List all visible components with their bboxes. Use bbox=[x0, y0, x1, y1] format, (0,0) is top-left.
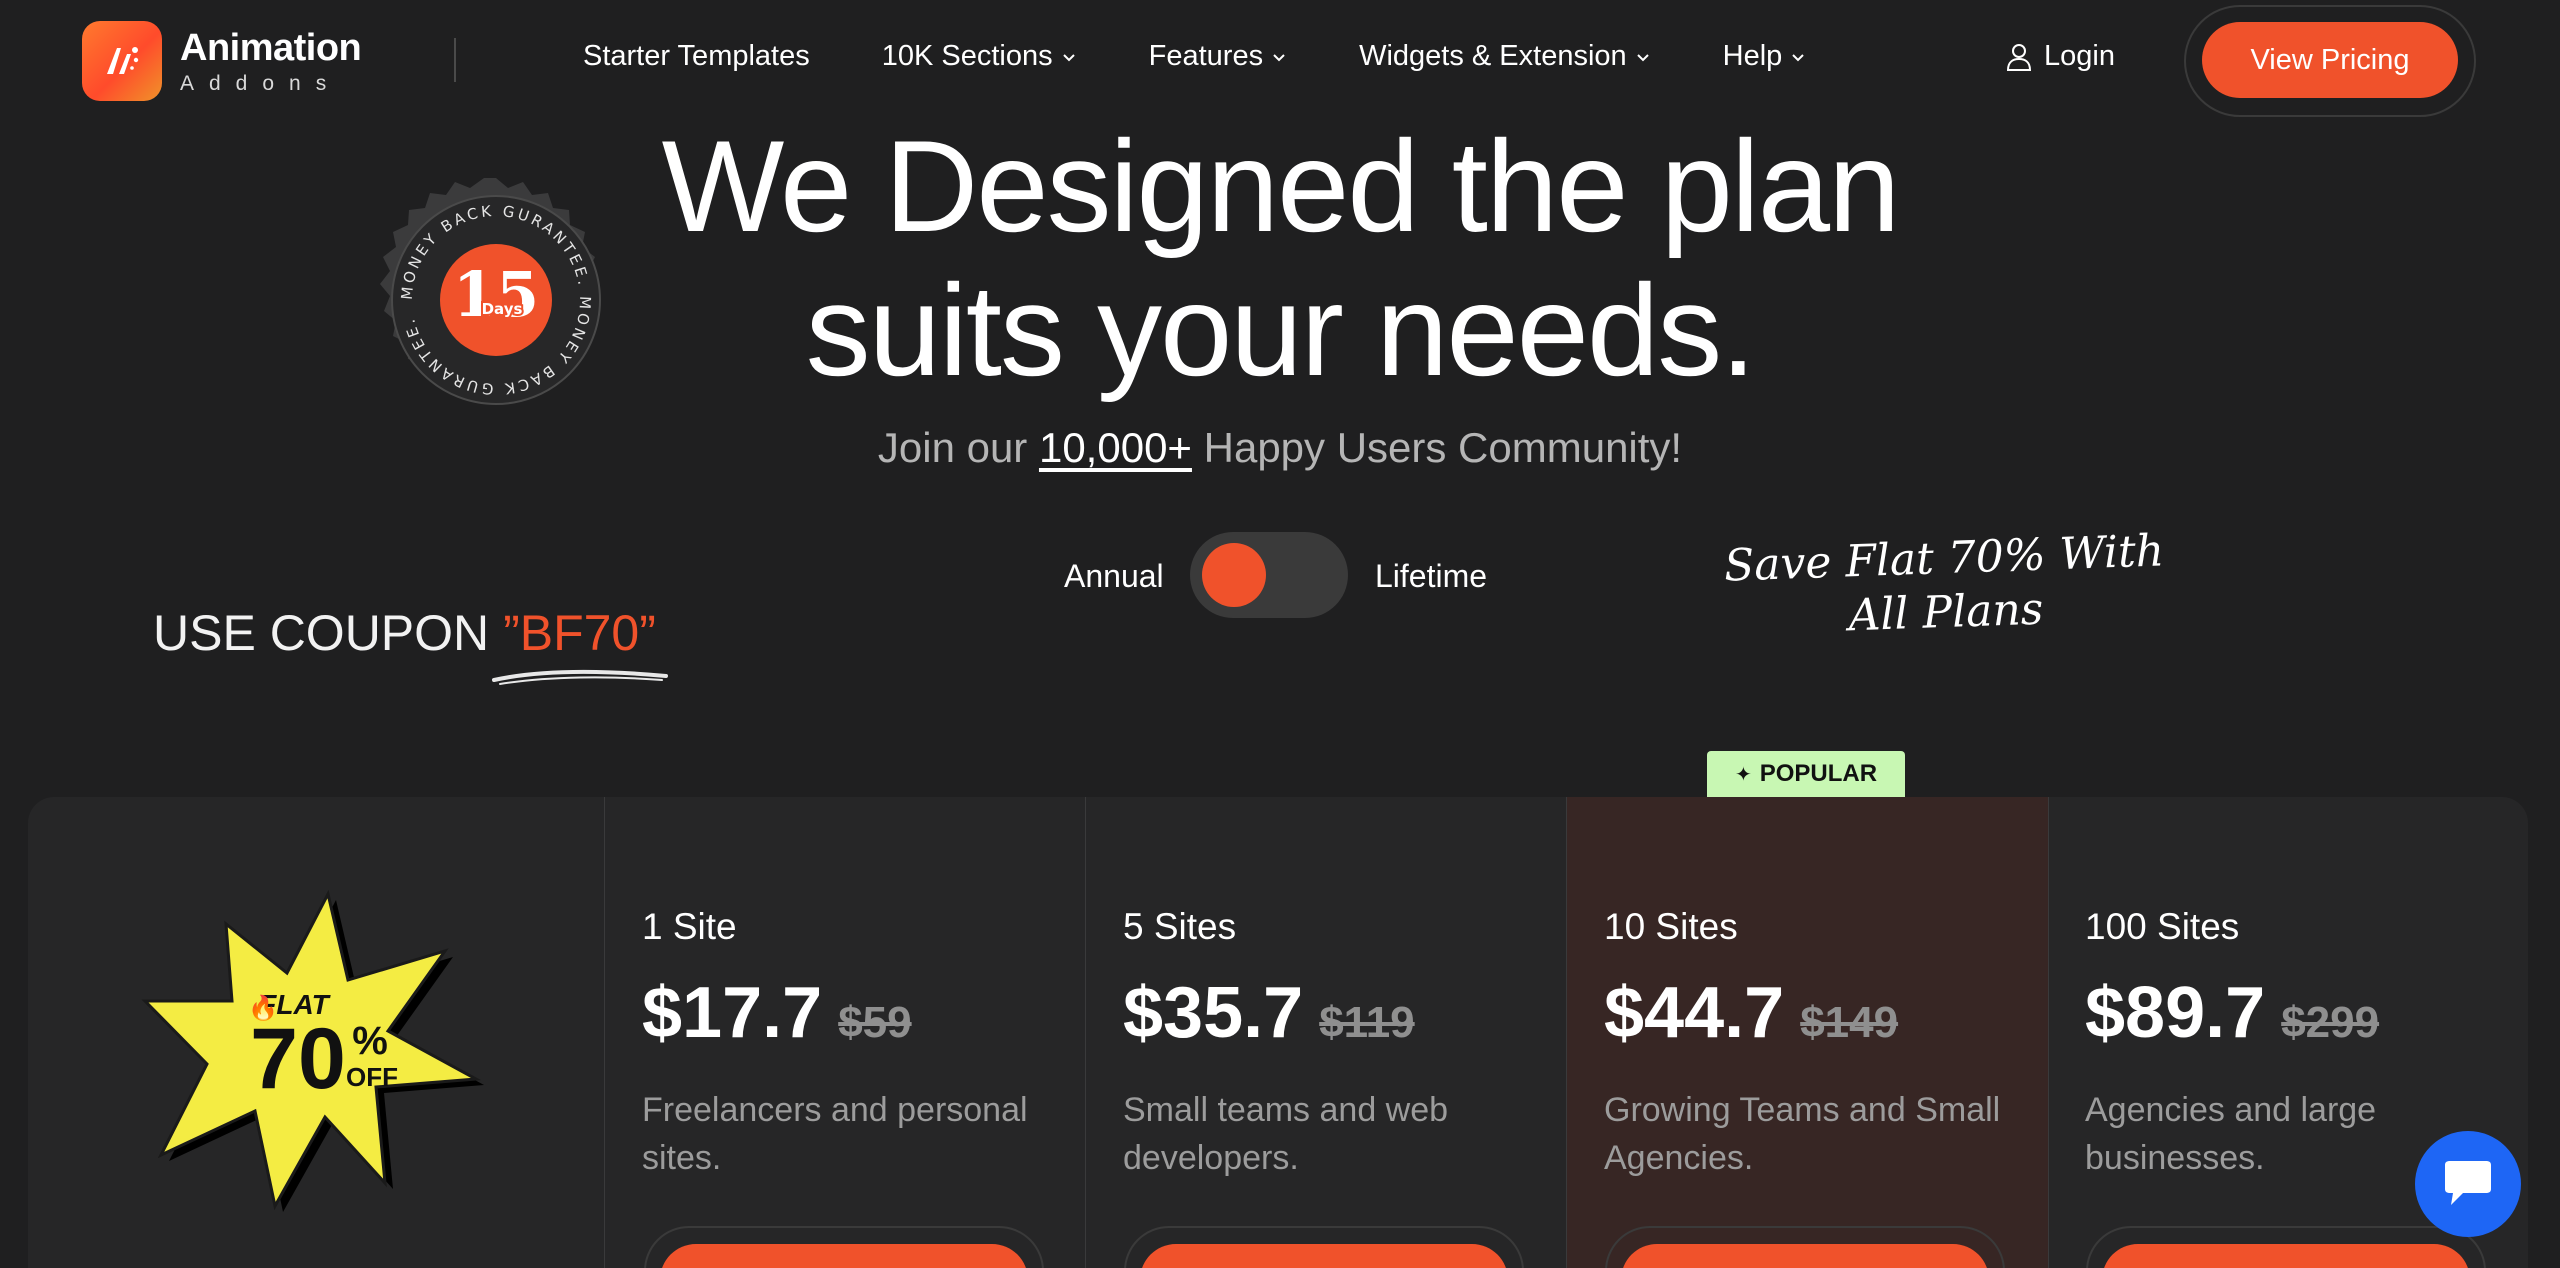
column-divider bbox=[604, 797, 605, 1268]
plan-card-10-sites: 10 Sites $44.7 $149 Growing Teams and Sm… bbox=[1604, 906, 2044, 1182]
plan-name: 10 Sites bbox=[1604, 906, 1738, 947]
logo-mark-icon bbox=[82, 21, 162, 101]
view-pricing-button[interactable]: View Pricing bbox=[2202, 22, 2458, 98]
user-icon bbox=[2006, 43, 2032, 71]
flat-70-off-burst: FLAT 🔥 70 % OFF bbox=[141, 889, 484, 1212]
brand-name: Animation bbox=[180, 26, 362, 69]
popular-tag: ✦ POPULAR bbox=[1707, 751, 1905, 797]
chevron-down-icon bbox=[1636, 53, 1649, 61]
chevron-down-icon bbox=[1792, 53, 1805, 61]
menu-item-help[interactable]: Help bbox=[1723, 40, 1807, 73]
menu-item-starter-templates[interactable]: Starter Templates bbox=[583, 40, 810, 73]
plan-description: Growing Teams and Small Agencies. bbox=[1604, 1091, 2001, 1177]
plan-price: $44.7 $149 bbox=[1604, 972, 2044, 1054]
hero-title-line2: suits your needs. bbox=[805, 257, 1757, 403]
plan-name: 100 Sites bbox=[2085, 906, 2240, 947]
menu-item-label: Features bbox=[1148, 40, 1264, 72]
plan-price: $17.7 $59 bbox=[642, 972, 1082, 1054]
chevron-down-icon bbox=[1062, 53, 1075, 61]
price-current: $44.7 bbox=[1604, 973, 1785, 1053]
hero-subtitle: Join our 10,000+ Happy Users Community! bbox=[660, 424, 1900, 472]
hero-title-line1: We Designed the plan bbox=[661, 113, 1901, 259]
price-original: $299 bbox=[2281, 998, 2380, 1047]
price-original: $59 bbox=[838, 998, 912, 1047]
plan-description: Freelancers and personal sites. bbox=[642, 1091, 1028, 1177]
coupon-text: USE COUPON ”BF70” bbox=[153, 604, 656, 662]
price-current: $17.7 bbox=[642, 973, 823, 1053]
hero-title: We Designed the plan suits your needs. bbox=[560, 114, 2000, 402]
menu-item-10k-sections[interactable]: 10K Sections bbox=[882, 40, 1077, 73]
column-divider bbox=[1566, 797, 1567, 1268]
billing-toggle[interactable] bbox=[1190, 532, 1348, 618]
price-original: $149 bbox=[1800, 998, 1899, 1047]
price-current: $89.7 bbox=[2085, 973, 2266, 1053]
login-label: Login bbox=[2044, 40, 2115, 72]
plan-description: Small teams and web developers. bbox=[1123, 1091, 1449, 1177]
chevron-down-icon bbox=[1273, 53, 1285, 61]
price-original: $119 bbox=[1319, 998, 1415, 1047]
main-menu: Starter Templates 10K Sections Features … bbox=[583, 40, 1806, 73]
plan-name: 5 Sites bbox=[1123, 906, 1237, 947]
brand-sub: Addons bbox=[180, 71, 342, 95]
buy-button-ring bbox=[1124, 1226, 1524, 1268]
sparkle-icon: ✦ bbox=[1734, 763, 1752, 786]
column-divider bbox=[1085, 797, 1086, 1268]
buy-button-5-sites[interactable] bbox=[1140, 1244, 1508, 1268]
popular-label: POPULAR bbox=[1759, 760, 1878, 787]
column-divider bbox=[2048, 797, 2049, 1268]
hero-sub-after: Happy Users Community! bbox=[1191, 424, 1683, 471]
burst-percent: 70 bbox=[250, 1011, 346, 1107]
menu-item-features[interactable]: Features bbox=[1149, 40, 1287, 73]
menu-item-label: Starter Templates bbox=[583, 40, 810, 72]
plan-name: 1 Site bbox=[642, 906, 737, 947]
save-note: Save Flat 70% With All Plans bbox=[1698, 523, 2191, 648]
plan-card-5-sites: 5 Sites $35.7 $119 Small teams and web d… bbox=[1123, 906, 1563, 1182]
login-link[interactable]: Login bbox=[2006, 40, 2115, 73]
buy-button-10-sites[interactable] bbox=[1621, 1244, 1989, 1268]
buy-button-100-sites[interactable] bbox=[2102, 1244, 2470, 1268]
user-count-highlight: 10,000+ bbox=[1038, 424, 1192, 471]
menu-item-widgets-extension[interactable]: Widgets & Extension bbox=[1359, 40, 1651, 73]
burst-off: OFF bbox=[346, 1062, 398, 1092]
coupon-underline-stroke bbox=[492, 669, 668, 685]
buy-button-ring bbox=[644, 1226, 1044, 1268]
menu-item-label: Widgets & Extension bbox=[1359, 40, 1627, 72]
burst-percent-sign: % bbox=[352, 1019, 388, 1063]
chat-launcher-button[interactable] bbox=[2415, 1131, 2521, 1237]
buy-button-ring bbox=[2086, 1226, 2486, 1268]
badge-unit: Days bbox=[482, 300, 523, 318]
badge-number: 15 bbox=[453, 258, 539, 331]
menu-item-label: Help bbox=[1722, 40, 1783, 72]
billing-lifetime-label[interactable]: Lifetime bbox=[1375, 558, 1487, 595]
buy-button-ring bbox=[1605, 1226, 2005, 1268]
billing-annual-label[interactable]: Annual bbox=[1064, 558, 1164, 595]
plan-card-1-site: 1 Site $17.7 $59 Freelancers and persona… bbox=[642, 906, 1082, 1182]
menu-item-label: 10K Sections bbox=[881, 40, 1053, 72]
coupon-prefix: USE COUPON bbox=[153, 605, 504, 661]
buy-button-1-site[interactable] bbox=[660, 1244, 1028, 1268]
brand-logo[interactable]: Animation Addons bbox=[82, 21, 362, 101]
plan-price: $35.7 $119 bbox=[1123, 972, 1563, 1054]
toggle-knob bbox=[1202, 543, 1266, 607]
hero-sub-before: Join our bbox=[877, 424, 1039, 471]
chat-bubble-icon bbox=[2445, 1161, 2491, 1205]
coupon-code: ”BF70” bbox=[503, 605, 656, 661]
nav-divider bbox=[454, 38, 456, 82]
price-current: $35.7 bbox=[1123, 973, 1304, 1053]
plan-price: $89.7 $299 bbox=[2085, 972, 2525, 1054]
top-navigation: Animation Addons Starter Templates 10K S… bbox=[0, 0, 2560, 124]
